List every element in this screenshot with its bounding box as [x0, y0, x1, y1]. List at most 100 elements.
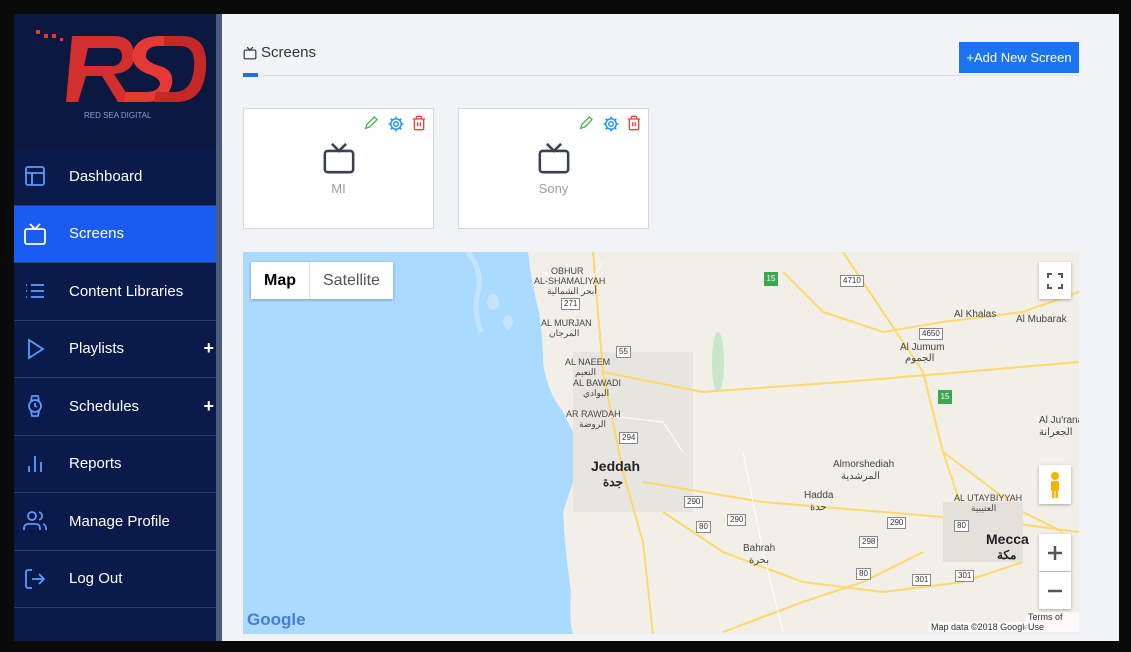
tv-icon [243, 46, 257, 59]
card-actions [363, 115, 429, 133]
sidebar-item-label: Playlists [69, 340, 125, 358]
road-shield: 80 [696, 521, 711, 533]
screen-name: MI [331, 181, 346, 196]
sidebar-item-label: Log Out [69, 570, 123, 588]
edit-icon[interactable] [578, 115, 596, 133]
map-label: Hadda [804, 490, 834, 501]
map-label: حدة [810, 502, 827, 513]
zoom-in-button[interactable] [1039, 534, 1071, 571]
google-logo: Google [247, 610, 306, 629]
map-label: AL-SHAMALIYAH [534, 276, 606, 286]
map-label: Bahrah [743, 543, 776, 554]
street-view-button[interactable] [1039, 465, 1071, 504]
fullscreen-button[interactable] [1039, 262, 1071, 299]
map-label: AL MURJAN [541, 318, 592, 328]
map-data-credit: Map data ©2018 Google [928, 622, 1033, 632]
road-shield: 55 [616, 346, 631, 358]
tab-active-indicator [243, 73, 258, 77]
sidebar-item-label: Dashboard [69, 167, 143, 185]
play-icon [28, 338, 45, 360]
road-shield: 301 [955, 570, 975, 582]
map-label: Al Mubarak [1016, 314, 1067, 325]
sidebar-item-playlists[interactable]: Playlists + [14, 321, 216, 378]
brand-name: RED SEA DIGITAL [84, 111, 152, 120]
sidebar-item-label: Screens [69, 225, 125, 243]
gear-icon[interactable] [387, 115, 405, 133]
plus-icon [1048, 545, 1062, 560]
sidebar-item-manage-profile[interactable]: Manage Profile [14, 493, 216, 551]
page-header: Screens [243, 44, 316, 61]
edit-icon[interactable] [363, 115, 381, 133]
screen-name: Sony [538, 181, 569, 196]
tv-icon [323, 142, 354, 174]
map-label: الجموم [905, 353, 935, 364]
delete-icon[interactable] [626, 115, 644, 133]
expand-icon[interactable]: + [203, 396, 214, 417]
pegman-icon [1051, 471, 1059, 498]
tab-underline [243, 75, 1079, 76]
map-label: مكة [997, 548, 1017, 562]
map-label: الروضة [579, 419, 607, 429]
road-shield: 15 [938, 390, 952, 404]
map-label: جدة [603, 475, 624, 489]
map-tab[interactable]: Map [251, 262, 310, 299]
tv-icon [24, 223, 46, 245]
map-label: Al Jumum [900, 342, 945, 353]
sidebar: RED SEA DIGITAL Dashboard Screens Conten… [14, 14, 216, 641]
gear-icon[interactable] [602, 115, 620, 133]
map-label: AR RAWDAH [566, 409, 621, 419]
tv-icon [538, 142, 569, 174]
road-shield: 290 [727, 514, 747, 526]
sidebar-item-label: Schedules [69, 397, 140, 415]
sidebar-nav: Dashboard Screens Content Libraries Play… [14, 148, 216, 608]
sidebar-item-label: Manage Profile [69, 512, 170, 530]
app-frame: RED SEA DIGITAL Dashboard Screens Conten… [0, 0, 1131, 652]
sidebar-item-dashboard[interactable]: Dashboard [14, 148, 216, 206]
road-shield: 290 [887, 517, 907, 529]
page-title: Screens [261, 44, 317, 61]
map-label: AL NAEEM [565, 357, 611, 367]
sidebar-item-log-out[interactable]: Log Out [14, 551, 216, 608]
sidebar-item-reports[interactable]: Reports [14, 436, 216, 493]
map-label: الجعرانة [1039, 427, 1073, 438]
sidebar-item-schedules[interactable]: Schedules + [14, 378, 216, 436]
map-label: Almorshediah [833, 459, 895, 470]
bar-chart-icon [28, 455, 42, 472]
map-label: Jeddah [591, 458, 641, 474]
map-label: المرشدية [841, 471, 880, 482]
rsd-logo-icon: RED SEA DIGITAL [36, 30, 207, 120]
card-actions [578, 115, 644, 133]
zoom-out-button[interactable] [1039, 572, 1071, 609]
list-icon [26, 284, 44, 299]
expand-icon[interactable]: + [203, 338, 214, 359]
map-label: العتيبية [971, 503, 997, 513]
map-label: AL BAWADI [573, 378, 622, 388]
watch-icon [28, 395, 42, 418]
sidebar-item-label: Reports [69, 455, 122, 473]
map-label: Al Ju'rana [1039, 415, 1079, 426]
map-view[interactable]: OBHUR AL-SHAMALIYAH أبحر الشمالية AL MUR… [243, 252, 1079, 634]
delete-icon[interactable] [411, 115, 429, 133]
logout-icon [25, 568, 46, 589]
terms-link[interactable]: Terms of Use [1025, 612, 1079, 632]
road-shield: 4650 [919, 328, 943, 340]
sidebar-item-screens[interactable]: Screens [14, 205, 216, 263]
add-new-screen-button[interactable]: +Add New Screen [959, 42, 1079, 73]
road-shield: 298 [859, 536, 879, 548]
map-type-toggle: Map Satellite [251, 262, 393, 299]
satellite-tab[interactable]: Satellite [310, 262, 393, 299]
dashboard-icon [25, 166, 45, 187]
road-shield: 15 [764, 272, 778, 286]
map-label: OBHUR [551, 266, 584, 276]
road-shield: 4710 [840, 275, 864, 287]
logo: RED SEA DIGITAL [14, 14, 216, 148]
sidebar-item-label: Content Libraries [69, 282, 184, 300]
map-label: Mecca [986, 531, 1029, 547]
map-label: البوادي [583, 388, 610, 398]
sidebar-item-content-libraries[interactable]: Content Libraries [14, 263, 216, 321]
fullscreen-icon [1047, 272, 1063, 289]
map-label: بحرة [749, 555, 769, 566]
road-shield: 301 [912, 574, 932, 586]
screen-card[interactable]: MI [243, 108, 434, 229]
screen-card[interactable]: Sony [458, 108, 649, 229]
